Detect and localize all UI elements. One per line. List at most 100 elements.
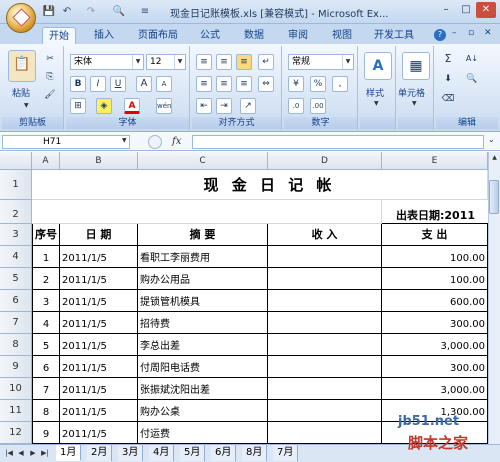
tab-formulas[interactable]: 公式 xyxy=(194,27,226,44)
cell-date[interactable]: 2011/1/5 xyxy=(60,268,138,290)
increase-indent-icon[interactable]: ⇥ xyxy=(216,98,232,114)
cell-expense[interactable]: 300.00 xyxy=(382,312,488,334)
cell-desc[interactable]: 招待费 xyxy=(138,312,268,334)
align-top-icon[interactable]: ≡ xyxy=(196,54,212,70)
cell-desc[interactable]: 付运费 xyxy=(138,422,268,444)
align-center-icon[interactable]: ≡ xyxy=(216,76,232,92)
header-cell-no[interactable]: 序号 xyxy=(32,224,60,246)
cell-desc[interactable]: 提锁管机模具 xyxy=(138,290,268,312)
row-header[interactable]: 9 xyxy=(0,356,32,378)
scroll-up-icon[interactable]: ▲ xyxy=(489,152,500,164)
row-header[interactable]: 6 xyxy=(0,290,32,312)
sheet-tab[interactable]: 6月 xyxy=(211,445,237,461)
find-select-icon[interactable]: 🔍 xyxy=(464,72,480,88)
paste-icon[interactable]: 📋 xyxy=(8,50,36,82)
number-format-combo[interactable]: 常规 ▼ xyxy=(288,54,354,70)
report-date-label[interactable]: 出表日期:2011 xyxy=(382,200,488,224)
column-header-a[interactable]: A xyxy=(32,152,60,170)
cell-date[interactable]: 2011/1/5 xyxy=(60,400,138,422)
close-button[interactable]: ✕ xyxy=(476,2,496,18)
column-header-e[interactable]: E xyxy=(382,152,488,170)
decrease-decimal-icon[interactable]: .00 xyxy=(310,98,326,114)
redo-icon[interactable]: ↷ xyxy=(84,5,98,19)
align-right-icon[interactable]: ≡ xyxy=(236,76,252,92)
align-bottom-icon[interactable]: ≡ xyxy=(236,54,252,70)
row-header[interactable]: 12 xyxy=(0,422,32,444)
tab-data[interactable]: 数据 xyxy=(238,27,270,44)
row-header[interactable]: 7 xyxy=(0,312,32,334)
sheet-tab[interactable]: 7月 xyxy=(273,445,299,461)
select-all-corner[interactable] xyxy=(0,152,32,170)
font-size-combo[interactable]: 12 ▼ xyxy=(146,54,186,70)
grow-font-button[interactable]: A xyxy=(136,76,152,92)
cell-no[interactable]: 3 xyxy=(32,290,60,312)
prev-sheet-icon[interactable]: ◀ xyxy=(16,447,26,459)
cells-icon[interactable]: ▦ xyxy=(402,52,430,80)
cell-income[interactable] xyxy=(268,400,382,422)
column-header-c[interactable]: C xyxy=(138,152,268,170)
row-header[interactable]: 1 xyxy=(0,170,32,200)
cell-no[interactable]: 8 xyxy=(32,400,60,422)
formula-input[interactable] xyxy=(192,135,484,149)
fill-color-icon[interactable]: ◈ xyxy=(96,98,112,114)
maximize-button[interactable]: □ xyxy=(456,2,476,18)
cell-desc[interactable]: 付周阳电话费 xyxy=(138,356,268,378)
first-sheet-icon[interactable]: |◀ xyxy=(4,447,14,459)
autosum-button[interactable]: Σ xyxy=(440,52,456,68)
comma-button[interactable]: , xyxy=(332,76,348,92)
fill-icon[interactable]: ⬇ xyxy=(440,72,456,88)
cell-date[interactable]: 2011/1/5 xyxy=(60,290,138,312)
cell-no[interactable]: 1 xyxy=(32,246,60,268)
cell-income[interactable] xyxy=(268,290,382,312)
row-header[interactable]: 5 xyxy=(0,268,32,290)
row-header[interactable]: 8 xyxy=(0,334,32,356)
tab-view[interactable]: 视图 xyxy=(326,27,358,44)
office-button[interactable] xyxy=(6,3,36,33)
help-icon[interactable]: ? xyxy=(434,29,446,41)
cell-expense[interactable]: 3,000.00 xyxy=(382,334,488,356)
format-painter-icon[interactable]: 🖌 xyxy=(42,88,58,104)
bold-button[interactable]: B xyxy=(70,76,86,92)
ribbon-minimize-icon[interactable]: – xyxy=(452,28,457,38)
name-box-dropdown-icon[interactable]: ▼ xyxy=(122,137,127,144)
header-cell-expense[interactable]: 支 出 xyxy=(382,224,488,246)
cell-desc[interactable]: 看职工李丽费用 xyxy=(138,246,268,268)
worksheet-grid[interactable]: A B C D E 1 现 金 日 记 帐 2 出表日期:2011 3 序号 日… xyxy=(0,152,488,444)
cell-income[interactable] xyxy=(268,378,382,400)
customize-quick-access-icon[interactable]: ≡ xyxy=(138,5,152,19)
row-header[interactable]: 2 xyxy=(0,200,32,224)
expand-formula-icon[interactable]: ⌄ xyxy=(488,135,495,144)
cell-expense[interactable]: 100.00 xyxy=(382,246,488,268)
increase-decimal-icon[interactable]: .0 xyxy=(288,98,304,114)
cells-dropdown-icon[interactable]: ▼ xyxy=(412,100,417,107)
decrease-indent-icon[interactable]: ⇤ xyxy=(196,98,212,114)
cell-expense[interactable]: 3,000.00 xyxy=(382,378,488,400)
tab-developer[interactable]: 开发工具 xyxy=(368,27,420,44)
cell-desc[interactable]: 购办公桌 xyxy=(138,400,268,422)
column-header-d[interactable]: D xyxy=(268,152,382,170)
header-cell-date[interactable]: 日 期 xyxy=(60,224,138,246)
align-left-icon[interactable]: ≡ xyxy=(196,76,212,92)
header-cell-desc[interactable]: 摘 要 xyxy=(138,224,268,246)
styles-icon[interactable]: A xyxy=(364,52,392,80)
row-header[interactable]: 10 xyxy=(0,378,32,400)
tab-home[interactable]: 开始 xyxy=(42,27,76,44)
minimize-button[interactable]: – xyxy=(436,2,456,18)
tab-insert[interactable]: 插入 xyxy=(88,27,120,44)
insert-function-button[interactable]: fx xyxy=(172,135,190,149)
cut-icon[interactable]: ✂ xyxy=(42,52,58,68)
workbook-close-icon[interactable]: ✕ xyxy=(484,28,492,38)
cell-income[interactable] xyxy=(268,334,382,356)
tab-page-layout[interactable]: 页面布局 xyxy=(132,27,184,44)
cell-no[interactable]: 9 xyxy=(32,422,60,444)
sheet-tab[interactable]: 4月 xyxy=(149,445,175,461)
sheet-tab[interactable]: 1月 xyxy=(56,445,82,461)
sheet-tab[interactable]: 2月 xyxy=(87,445,113,461)
row-header[interactable]: 11 xyxy=(0,400,32,422)
header-cell-income[interactable]: 收 入 xyxy=(268,224,382,246)
paste-dropdown-icon[interactable]: ▼ xyxy=(24,102,29,109)
sheet-tab[interactable]: 8月 xyxy=(242,445,268,461)
undo-icon[interactable]: ↶ xyxy=(60,5,74,19)
sheet-title[interactable]: 现 金 日 记 帐 xyxy=(32,170,488,200)
cell-no[interactable]: 2 xyxy=(32,268,60,290)
